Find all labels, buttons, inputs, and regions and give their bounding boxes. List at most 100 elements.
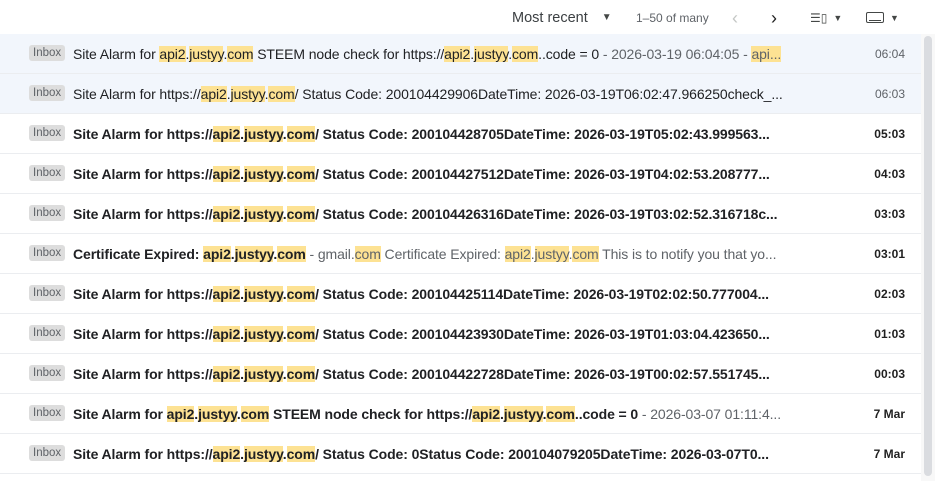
email-row[interactable]: Inbox Site Alarm for https://api2.justyy.… bbox=[0, 274, 921, 314]
email-subject: api2 bbox=[212, 285, 241, 302]
sort-dropdown[interactable]: Most recent ▼ bbox=[512, 0, 612, 35]
split-pane-toggle[interactable]: ☰▯ ▼ bbox=[810, 0, 842, 35]
email-snippet: . bbox=[530, 245, 535, 262]
email-subject: . bbox=[282, 445, 287, 462]
email-date: 06:04 bbox=[874, 46, 905, 61]
email-row[interactable]: Inbox Site Alarm for https://api2.justyy.… bbox=[0, 354, 921, 394]
email-date: 03:03 bbox=[874, 206, 905, 221]
scrollbar[interactable] bbox=[921, 34, 935, 481]
email-subject: / Status Code: 200104428705DateTime: 202… bbox=[315, 125, 770, 142]
email-subject: . bbox=[282, 285, 287, 302]
email-subject: com bbox=[286, 365, 316, 382]
email-subject: Site Alarm for bbox=[73, 405, 167, 422]
email-subject: com bbox=[286, 285, 316, 302]
email-row[interactable]: Inbox Site Alarm for https://api2.justyy.… bbox=[0, 154, 921, 194]
label-badge-inbox[interactable]: Inbox bbox=[29, 85, 66, 101]
label-badge-inbox[interactable]: Inbox bbox=[29, 285, 66, 301]
email-subject: Site Alarm for https:// bbox=[73, 445, 213, 462]
input-tools-toggle[interactable]: ▼ bbox=[866, 0, 899, 35]
email-subject: justyy bbox=[234, 245, 274, 262]
email-row[interactable]: Inbox Site Alarm for https://api2.justyy.… bbox=[0, 74, 921, 114]
email-snippet: com bbox=[354, 245, 381, 262]
email-date: 05:03 bbox=[874, 126, 905, 141]
email-subject: com bbox=[286, 125, 316, 142]
email-subject-line: Site Alarm for https://api2.justyy.com/ … bbox=[73, 445, 815, 462]
email-subject-line: Site Alarm for https://api2.justyy.com/ … bbox=[73, 125, 815, 142]
caret-down-icon: ▼ bbox=[890, 12, 899, 23]
list-toolbar: Most recent ▼ 1–50 of many ‹ › ☰▯ ▼ ▼ bbox=[0, 0, 935, 35]
email-date: 06:03 bbox=[874, 86, 905, 101]
email-subject: / Status Code: 200104426316DateTime: 202… bbox=[315, 205, 778, 222]
label-badge-inbox[interactable]: Inbox bbox=[29, 445, 66, 461]
email-subject: com bbox=[286, 325, 316, 342]
email-subject: Site Alarm for https:// bbox=[73, 325, 213, 342]
email-row[interactable]: Inbox Site Alarm for https://api2.justyy.… bbox=[0, 114, 921, 154]
email-subject: justyy bbox=[243, 205, 283, 222]
email-subject: com bbox=[286, 445, 316, 462]
email-row[interactable]: Inbox Site Alarm for api2.justyy.com STEE… bbox=[0, 34, 921, 74]
chevron-left-icon[interactable]: ‹ bbox=[732, 0, 738, 35]
email-row[interactable]: Inbox Site Alarm for https://api2.justyy.… bbox=[0, 314, 921, 354]
email-subject-line: Site Alarm for https://api2.justyy.com/ … bbox=[73, 165, 815, 182]
email-subject: STEEM node check for https:// bbox=[253, 45, 445, 62]
email-subject: ..code = 0 bbox=[538, 45, 600, 62]
email-snippet: - 2026-03-07 01:11:4... bbox=[638, 405, 781, 422]
email-subject: justyy bbox=[243, 365, 283, 382]
label-badge-inbox[interactable]: Inbox bbox=[29, 45, 66, 61]
email-subject-line: Site Alarm for https://api2.justyy.com/ … bbox=[73, 365, 815, 382]
email-subject: justyy bbox=[230, 85, 265, 102]
pagination-range: 1–50 of many bbox=[636, 10, 709, 25]
email-subject: api2 bbox=[444, 45, 471, 62]
email-date: 04:03 bbox=[874, 166, 905, 181]
label-badge-inbox[interactable]: Inbox bbox=[29, 405, 66, 421]
email-subject: / Status Code: 0Status Code: 20010407920… bbox=[315, 445, 769, 462]
email-subject: justyy bbox=[243, 125, 283, 142]
email-subject-line: Site Alarm for https://api2.justyy.com/ … bbox=[73, 85, 815, 102]
email-subject: . bbox=[282, 365, 287, 382]
email-row[interactable]: Inbox Certificate Expired: api2.justyy.co… bbox=[0, 234, 921, 274]
email-subject: com bbox=[546, 405, 575, 422]
email-subject: api2 bbox=[212, 125, 241, 142]
email-subject: Site Alarm for bbox=[73, 45, 160, 62]
email-subject: com bbox=[227, 45, 254, 62]
email-subject: justyy bbox=[243, 445, 283, 462]
email-row[interactable]: Inbox Site Alarm for https://api2.justyy.… bbox=[0, 194, 921, 234]
email-subject: justyy bbox=[243, 165, 283, 182]
email-subject: api2 bbox=[472, 405, 500, 422]
label-badge-inbox[interactable]: Inbox bbox=[29, 325, 66, 341]
email-subject: com bbox=[277, 245, 306, 262]
email-snippet: api... bbox=[751, 45, 782, 62]
chevron-right-icon[interactable]: › bbox=[771, 0, 777, 35]
email-row[interactable]: Inbox Site Alarm for https://api2.justyy.… bbox=[0, 434, 921, 474]
email-subject-line: Site Alarm for https://api2.justyy.com/ … bbox=[73, 325, 815, 342]
email-subject: / Status Code: 200104422728DateTime: 202… bbox=[315, 365, 770, 382]
email-date: 7 Mar bbox=[873, 446, 905, 461]
email-subject: justyy bbox=[189, 45, 224, 62]
email-subject: com bbox=[268, 85, 295, 102]
email-subject: api2 bbox=[212, 325, 241, 342]
email-subject: . bbox=[282, 325, 287, 342]
email-subject: / Status Code: 200104423930DateTime: 202… bbox=[315, 325, 770, 342]
label-badge-inbox[interactable]: Inbox bbox=[29, 365, 66, 381]
scrollbar-thumb[interactable] bbox=[924, 36, 932, 476]
email-snippet: This is to notify you that yo... bbox=[598, 245, 777, 262]
email-subject: Site Alarm for https:// bbox=[73, 165, 213, 182]
label-badge-inbox[interactable]: Inbox bbox=[29, 205, 66, 221]
split-pane-icon: ☰▯ bbox=[810, 10, 828, 25]
email-subject: com bbox=[512, 45, 539, 62]
email-subject: Site Alarm for https:// bbox=[73, 205, 213, 222]
email-subject-line: Site Alarm for api2.justyy.com STEEM nod… bbox=[73, 405, 815, 422]
label-badge-inbox[interactable]: Inbox bbox=[29, 165, 66, 181]
email-snippet: api2 bbox=[504, 245, 531, 262]
keyboard-icon bbox=[866, 12, 884, 23]
email-date: 7 Mar bbox=[873, 406, 905, 421]
label-badge-inbox[interactable]: Inbox bbox=[29, 125, 66, 141]
email-subject: com bbox=[286, 205, 316, 222]
email-subject: api2 bbox=[159, 45, 186, 62]
email-subject: Site Alarm for https:// bbox=[73, 285, 213, 302]
email-row[interactable]: Inbox Site Alarm for api2.justyy.com STEE… bbox=[0, 394, 921, 434]
label-badge-inbox[interactable]: Inbox bbox=[29, 245, 66, 261]
email-subject: . bbox=[282, 205, 287, 222]
caret-down-icon: ▼ bbox=[833, 12, 843, 23]
email-subject: ..code = 0 bbox=[574, 405, 639, 422]
